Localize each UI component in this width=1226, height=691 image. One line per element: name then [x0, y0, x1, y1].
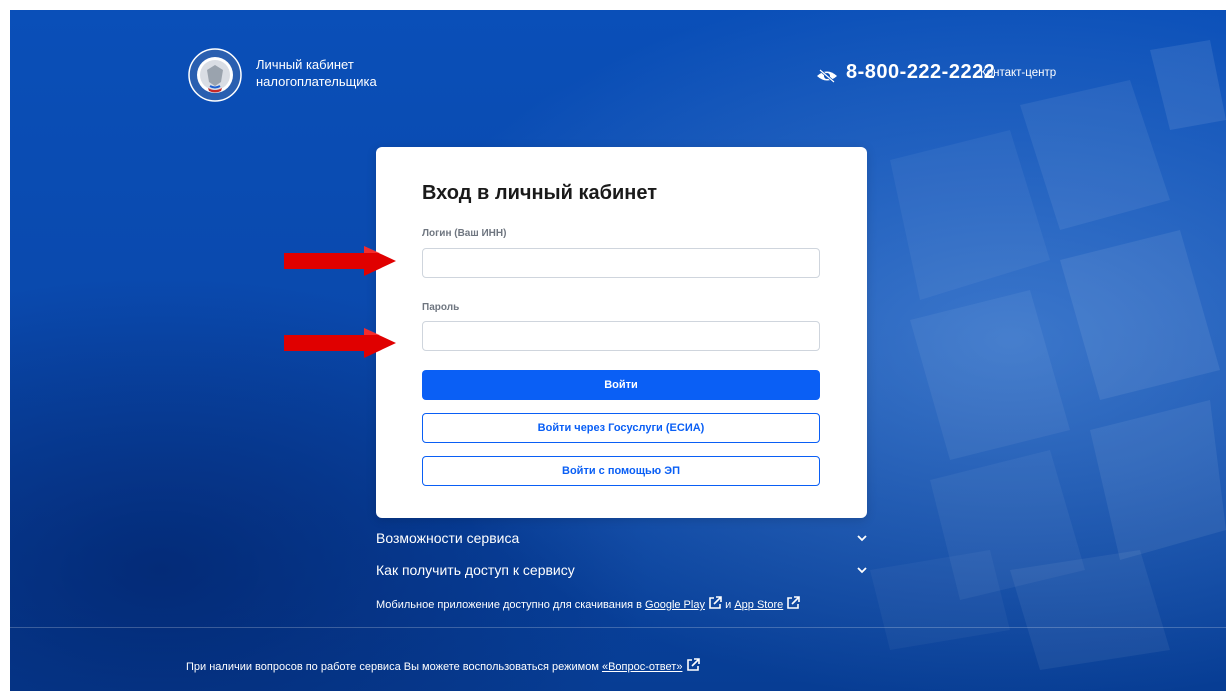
- eye-crossed-icon[interactable]: [816, 69, 838, 83]
- login-card: Вход в личный кабинет Логин (Ваш ИНН) Па…: [376, 147, 867, 518]
- page-background: Личный кабинет налогоплательщика 8-800-2…: [10, 10, 1226, 691]
- access-accordion[interactable]: Как получить доступ к сервису: [376, 560, 867, 580]
- external-link-icon: [787, 596, 801, 609]
- footer-note: При наличии вопросов по работе сервиса В…: [186, 658, 700, 673]
- ep-login-button[interactable]: Войти с помощью ЭП: [422, 456, 820, 486]
- footer-text: При наличии вопросов по работе сервиса В…: [186, 661, 599, 673]
- password-label: Пароль: [422, 302, 460, 313]
- red-arrow-icon: [284, 328, 396, 358]
- mobile-app-note: Мобильное приложение доступно для скачив…: [376, 596, 801, 611]
- esia-login-button[interactable]: Войти через Госуслуги (ЕСИА): [422, 413, 820, 443]
- external-link-icon: [709, 596, 722, 609]
- contact-center-link[interactable]: Контакт-центр: [980, 67, 1056, 79]
- chevron-down-icon: [857, 534, 867, 541]
- google-play-link[interactable]: Google Play: [645, 599, 705, 611]
- app-store-link[interactable]: App Store: [734, 599, 783, 611]
- login-button[interactable]: Войти: [422, 370, 820, 400]
- login-input[interactable]: [422, 248, 820, 278]
- mobile-prefix: Мобильное приложение доступно для скачив…: [376, 599, 642, 611]
- access-label: Как получить доступ к сервису: [376, 562, 575, 578]
- phone-number: 8-800-222-2222: [846, 61, 996, 83]
- login-label: Логин (Ваш ИНН): [422, 228, 507, 239]
- red-arrow-icon: [284, 246, 396, 276]
- features-label: Возможности сервиса: [376, 530, 520, 546]
- password-input[interactable]: [422, 321, 820, 351]
- login-title: Вход в личный кабинет: [422, 182, 657, 204]
- site-title-line1: Личный кабинет: [256, 57, 354, 72]
- features-accordion[interactable]: Возможности сервиса: [376, 528, 867, 548]
- external-link-icon: [686, 658, 700, 671]
- site-title-line2: налогоплательщика: [256, 74, 377, 89]
- chevron-down-icon: [857, 566, 867, 573]
- and-text: и: [725, 599, 732, 611]
- faq-link[interactable]: «Вопрос-ответ»: [602, 661, 682, 673]
- fns-emblem-icon: [188, 48, 242, 102]
- site-title: Личный кабинет налогоплательщика: [256, 56, 377, 90]
- footer-divider: [10, 627, 1226, 628]
